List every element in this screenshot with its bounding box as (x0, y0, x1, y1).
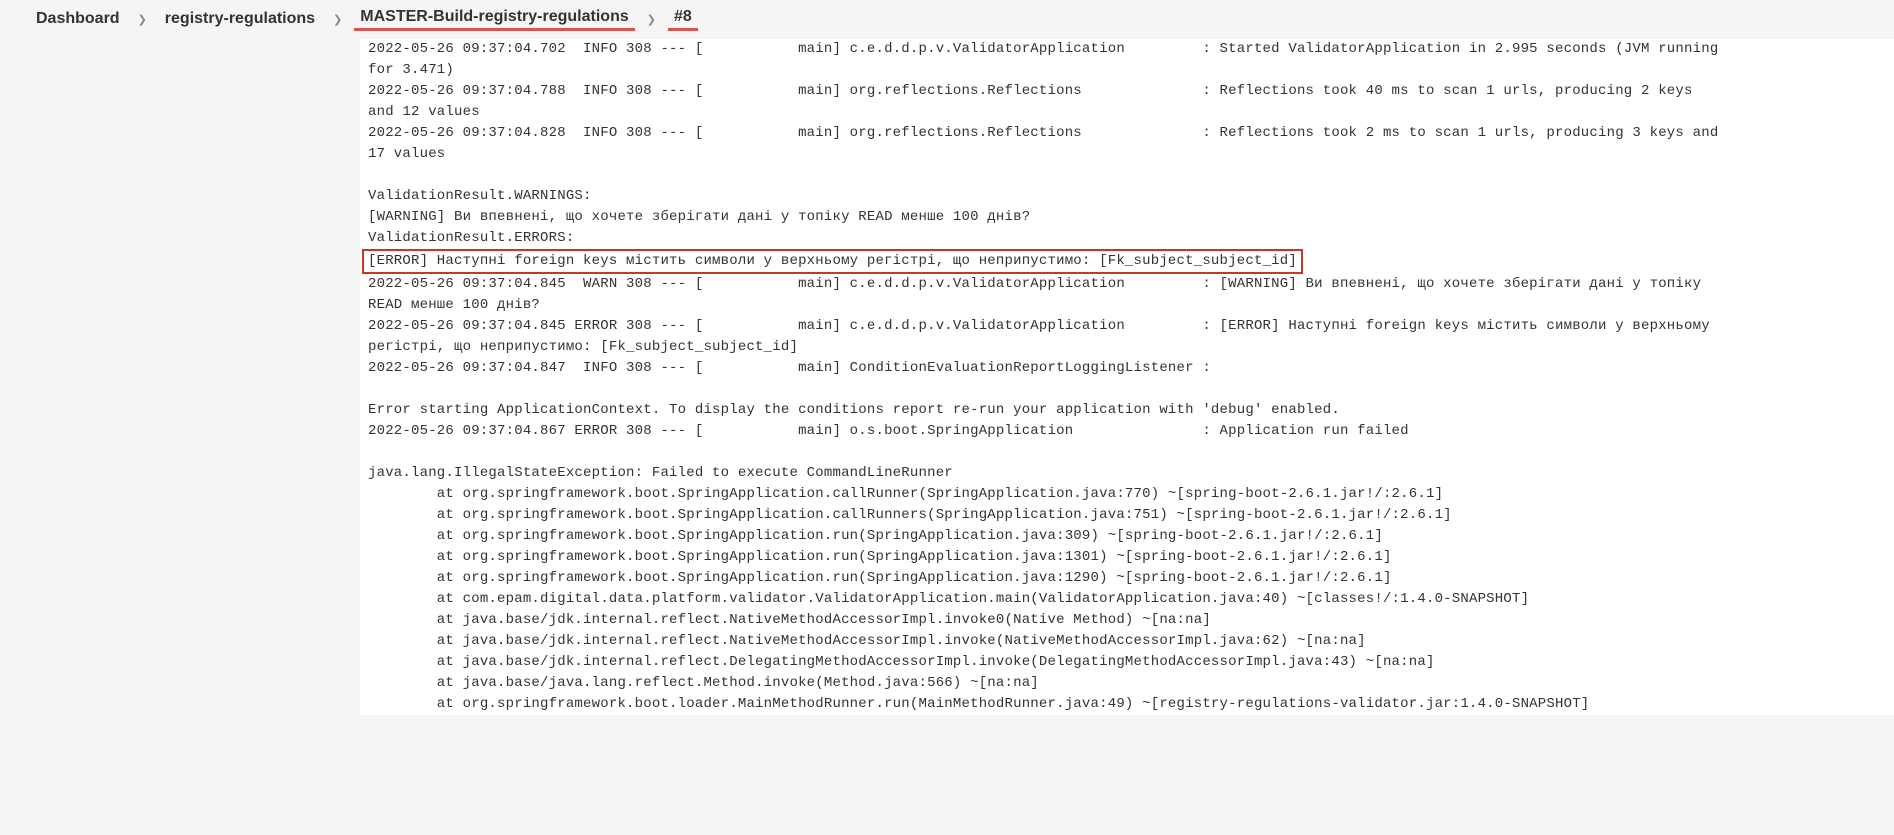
log-line: Error starting ApplicationContext. To di… (368, 400, 1886, 421)
log-line: java.lang.IllegalStateException: Failed … (368, 463, 1886, 484)
log-line: for 3.471) (368, 60, 1886, 81)
log-line (368, 379, 1886, 400)
log-line: at org.springframework.boot.SpringApplic… (368, 568, 1886, 589)
log-line: at java.base/jdk.internal.reflect.Delega… (368, 652, 1886, 673)
log-line: at com.epam.digital.data.platform.valida… (368, 589, 1886, 610)
log-line: ValidationResult.ERRORS: (368, 228, 1886, 249)
log-line (368, 165, 1886, 186)
log-line: 2022-05-26 09:37:04.788 INFO 308 --- [ m… (368, 81, 1886, 102)
breadcrumb-nav: Dashboard ❯ registry-regulations ❯ MASTE… (0, 0, 1894, 39)
log-line: [WARNING] Ви впевнені, що хочете зберіга… (368, 207, 1886, 228)
log-line: at org.springframework.boot.loader.MainM… (368, 694, 1886, 715)
log-line: at org.springframework.boot.SpringApplic… (368, 526, 1886, 547)
console-log: 2022-05-26 09:37:04.702 INFO 308 --- [ m… (360, 39, 1894, 715)
error-highlight: [ERROR] Наступні foreign keys містить си… (362, 249, 1303, 274)
log-line: at org.springframework.boot.SpringApplic… (368, 484, 1886, 505)
breadcrumb-build-number[interactable]: #8 (668, 8, 698, 31)
breadcrumb-master-build[interactable]: MASTER-Build-registry-regulations (354, 8, 634, 31)
log-line: регістрі, що неприпустимо: [Fk_subject_s… (368, 337, 1886, 358)
log-line: at java.base/jdk.internal.reflect.Native… (368, 631, 1886, 652)
log-line: at java.base/jdk.internal.reflect.Native… (368, 610, 1886, 631)
log-line: 2022-05-26 09:37:04.845 ERROR 308 --- [ … (368, 316, 1886, 337)
log-line: at java.base/java.lang.reflect.Method.in… (368, 673, 1886, 694)
log-line: at org.springframework.boot.SpringApplic… (368, 547, 1886, 568)
log-line (368, 442, 1886, 463)
breadcrumb-registry-regulations[interactable]: registry-regulations (159, 10, 321, 30)
log-line: 2022-05-26 09:37:04.828 INFO 308 --- [ m… (368, 123, 1886, 144)
log-line: 2022-05-26 09:37:04.702 INFO 308 --- [ m… (368, 39, 1886, 60)
log-line: at org.springframework.boot.SpringApplic… (368, 505, 1886, 526)
log-line: READ менше 100 днів? (368, 295, 1886, 316)
log-line: [ERROR] Наступні foreign keys містить си… (368, 249, 1886, 274)
chevron-right-icon: ❯ (130, 13, 155, 26)
log-line: and 12 values (368, 102, 1886, 123)
log-line: 2022-05-26 09:37:04.845 WARN 308 --- [ m… (368, 274, 1886, 295)
log-line: 17 values (368, 144, 1886, 165)
log-line: 2022-05-26 09:37:04.867 ERROR 308 --- [ … (368, 421, 1886, 442)
log-line: 2022-05-26 09:37:04.847 INFO 308 --- [ m… (368, 358, 1886, 379)
log-line: ValidationResult.WARNINGS: (368, 186, 1886, 207)
chevron-right-icon: ❯ (325, 13, 350, 26)
breadcrumb-dashboard[interactable]: Dashboard (30, 10, 126, 30)
chevron-right-icon: ❯ (639, 13, 664, 26)
